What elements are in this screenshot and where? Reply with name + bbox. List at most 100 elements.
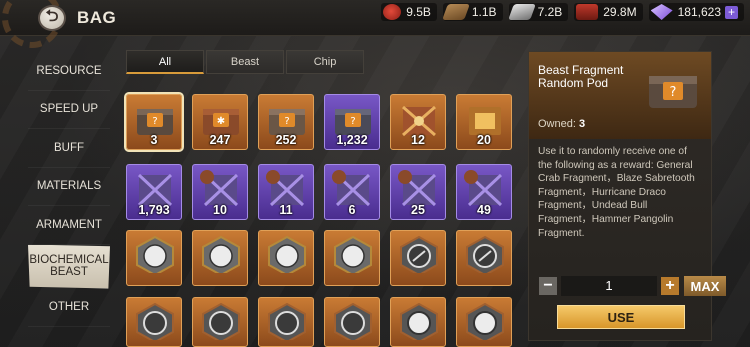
chip-slot[interactable]: [456, 230, 512, 286]
chip-slot[interactable]: [192, 230, 248, 286]
item-slot[interactable]: 1,793: [126, 164, 182, 220]
claw-chip-icon: [400, 302, 438, 340]
resource-cargo[interactable]: 29.8M: [574, 3, 643, 21]
svg-text:?: ?: [152, 116, 157, 127]
item-quantity: 252: [275, 133, 297, 147]
item-slot[interactable]: 49: [456, 164, 512, 220]
item-slot[interactable]: ? 1,232: [324, 94, 380, 150]
resource-value: 181,623: [677, 5, 721, 19]
claw-chip-icon: [202, 302, 240, 340]
chip-slot[interactable]: [192, 297, 248, 347]
category-sidebar: RESOURCE SPEED UP BUFF MATERIALS ARMAMEN…: [28, 52, 110, 327]
random-pod-icon: ?: [649, 76, 697, 108]
sidebar-item-other[interactable]: OTHER: [28, 289, 110, 327]
item-slot[interactable]: ? 252: [258, 94, 314, 150]
owned-count: Owned: 3: [538, 118, 585, 130]
top-bar: ⮌ BAG 9.5B 1.1B 7.2B 29.8M 181,623 +: [0, 0, 750, 48]
claw-chip-icon: [466, 302, 504, 340]
chip-slot[interactable]: [258, 230, 314, 286]
svg-text:?: ?: [284, 116, 289, 127]
purple-crate-icon: [200, 170, 239, 207]
sidebar-item-armament[interactable]: ARMAMENT: [28, 206, 110, 245]
page-title: BAG: [77, 8, 117, 27]
wood-icon: [441, 4, 470, 20]
honeycomb-chip-icon: [334, 235, 372, 273]
chest-icon: [402, 105, 436, 137]
resource-gem[interactable]: 181,623 +: [648, 3, 744, 21]
purple-crate-icon: [332, 170, 371, 207]
sidebar-item-resource[interactable]: RESOURCE: [28, 52, 110, 91]
claw-chip-icon: [400, 235, 438, 273]
increase-button[interactable]: +: [661, 277, 679, 295]
item-slot[interactable]: 25: [390, 164, 446, 220]
item-quantity: 3: [150, 133, 158, 147]
resource-steel[interactable]: 7.2B: [507, 3, 569, 21]
detail-header: Beast Fragment Random Pod ? Owned: 3: [529, 52, 711, 139]
quantity-input[interactable]: 1: [561, 276, 657, 296]
chip-slot[interactable]: [324, 297, 380, 347]
sidebar-item-buff[interactable]: BUFF: [28, 129, 110, 168]
sidebar-item-materials[interactable]: MATERIALS: [28, 168, 110, 206]
tab-beast[interactable]: Beast: [206, 50, 284, 74]
tab-chip[interactable]: Chip: [286, 50, 364, 74]
honeycomb-chip-icon: [136, 235, 174, 273]
use-button[interactable]: USE: [557, 305, 685, 329]
honeycomb-chip-icon: [268, 235, 306, 273]
detail-title: Beast Fragment Random Pod: [538, 63, 624, 90]
chip-slot[interactable]: [390, 230, 446, 286]
resource-wood[interactable]: 1.1B: [441, 3, 503, 21]
owned-label: Owned:: [538, 118, 576, 130]
item-quantity: 49: [477, 203, 491, 217]
add-gems-button[interactable]: +: [725, 5, 738, 19]
resource-bar: 9.5B 1.1B 7.2B 29.8M 181,623 +: [381, 3, 744, 21]
item-slot[interactable]: 10: [192, 164, 248, 220]
back-button[interactable]: ⮌: [38, 5, 66, 31]
svg-text:?: ?: [670, 85, 677, 100]
purple-crate-icon: [137, 173, 173, 207]
meat-icon: [383, 4, 402, 20]
purple-crate-icon: [266, 170, 305, 207]
item-quantity: 1,232: [336, 133, 368, 147]
resource-value: 29.8M: [603, 5, 637, 19]
item-quantity: 10: [213, 203, 227, 217]
item-slot[interactable]: 6: [324, 164, 380, 220]
claw-chip-icon: [268, 302, 306, 340]
item-slot[interactable]: 11: [258, 164, 314, 220]
resource-meat[interactable]: 9.5B: [381, 3, 437, 21]
sidebar-item-biochemical-beast[interactable]: BIOCHEMICAL BEAST: [28, 244, 110, 289]
crate-icon: ?: [335, 109, 371, 135]
max-button[interactable]: MAX: [684, 276, 726, 296]
item-slot[interactable]: 12: [390, 94, 446, 150]
claw-chip-icon: [466, 235, 504, 273]
chip-slot[interactable]: [390, 297, 446, 347]
gem-icon: [650, 4, 673, 20]
sidebar-item-speed-up[interactable]: SPEED UP: [28, 91, 110, 129]
claw-chip-icon: [136, 302, 174, 340]
resource-value: 1.1B: [471, 5, 497, 19]
steel-icon: [507, 4, 536, 20]
chip-slot[interactable]: [324, 230, 380, 286]
item-quantity: 1,793: [138, 203, 170, 217]
filter-tabs: All Beast Chip: [126, 50, 366, 74]
crate-icon: ?: [269, 109, 305, 135]
resource-value: 7.2B: [537, 5, 563, 19]
item-slot[interactable]: ? 3: [124, 92, 184, 152]
item-quantity: 247: [209, 133, 231, 147]
tab-all[interactable]: All: [126, 50, 204, 74]
item-quantity: 11: [279, 203, 293, 217]
chip-slot[interactable]: [126, 230, 182, 286]
quantity-stepper: − 1 + MAX: [539, 276, 726, 296]
item-slot[interactable]: 20: [456, 94, 512, 150]
item-quantity: 25: [411, 203, 425, 217]
cargo-icon: [576, 4, 599, 20]
item-quantity: 20: [477, 133, 491, 147]
chest-icon: [469, 107, 501, 135]
item-slot[interactable]: ✱ 247: [192, 94, 248, 150]
chip-slot[interactable]: [258, 297, 314, 347]
decrease-button[interactable]: −: [539, 277, 557, 295]
chip-slot[interactable]: [456, 297, 512, 347]
owned-value: 3: [578, 118, 586, 130]
chip-slot[interactable]: [126, 297, 182, 347]
item-detail-panel: Beast Fragment Random Pod ? Owned: 3 Use…: [528, 51, 712, 341]
item-quantity: 12: [411, 133, 425, 147]
